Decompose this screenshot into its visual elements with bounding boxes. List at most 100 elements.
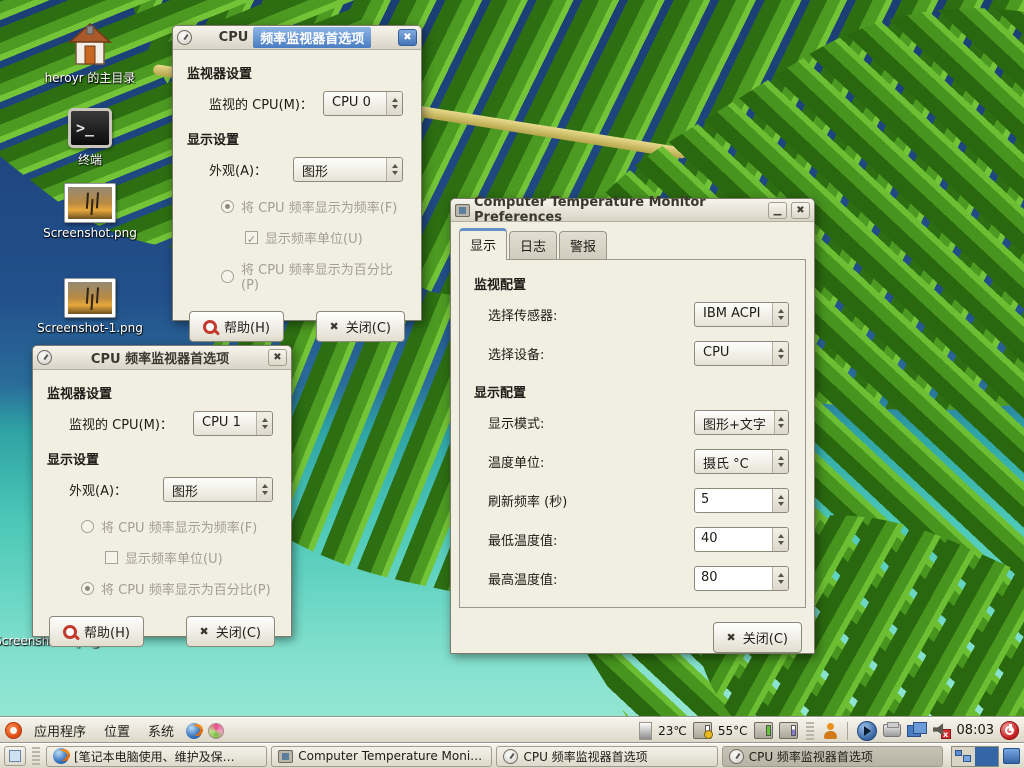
close-window-button[interactable] [791, 202, 810, 219]
taskbar-item-cpufreq-prefs-active[interactable]: CPU 频率监视器首选项 [722, 746, 943, 767]
desktop-icon-home[interactable]: heroyr 的主目录 [35, 22, 145, 86]
desktop-icon-terminal[interactable]: >_ 终端 [35, 108, 145, 168]
shutdown-icon[interactable] [1000, 721, 1019, 740]
spinner-arrows-icon[interactable] [772, 528, 788, 551]
appearance-select[interactable]: 图形 [293, 157, 403, 182]
monitored-cpu-select[interactable]: CPU 1 [193, 411, 273, 436]
applet-drag-handle[interactable] [806, 722, 814, 740]
cpufreq-icon [729, 749, 744, 764]
taskbar-item-label: Computer Temperature Moni… [298, 749, 482, 763]
taskbar-item-browser[interactable]: [笔记本电脑使用、维护及保… [46, 746, 267, 767]
browser-launcher-icon[interactable] [186, 723, 202, 739]
tab-display[interactable]: 显示 [459, 228, 507, 259]
network-monitors-icon[interactable] [907, 722, 927, 739]
minimize-window-button[interactable] [768, 202, 787, 219]
close-button[interactable]: 关闭(C) [186, 616, 275, 647]
max-temp-value: 80 [695, 567, 772, 590]
menu-places[interactable]: 位置 [98, 719, 136, 742]
spinner-arrows-icon[interactable] [772, 489, 788, 512]
sensor-select[interactable]: IBM ACPI [694, 302, 789, 327]
desktop-icon-screenshot-1[interactable]: Screenshot-1.png [35, 278, 145, 335]
cpu0-titlebar[interactable]: CPU 频率监视器首选项 [173, 26, 421, 50]
device-select[interactable]: CPU [694, 341, 789, 366]
show-as-percentage-radio[interactable]: 将 CPU 频率显示为百分比(P) [81, 579, 277, 598]
cpufreq-icon [37, 350, 52, 365]
help-button-label: 帮助(H) [84, 622, 130, 641]
tab-log[interactable]: 日志 [509, 231, 557, 259]
app-launcher-icon[interactable] [208, 723, 224, 739]
min-temp-spinner[interactable]: 40 [694, 527, 789, 552]
temp-sensor-icon[interactable] [693, 722, 712, 739]
menu-system[interactable]: 系统 [142, 719, 180, 742]
taskbar-item-cpufreq-prefs[interactable]: CPU 频率监视器首选项 [496, 746, 717, 767]
temp-sensor-icon[interactable] [754, 722, 773, 739]
temp-monitor-icon [278, 750, 293, 763]
section-heading: 显示设置 [47, 449, 277, 468]
firefox-icon [53, 748, 69, 764]
help-icon [63, 625, 77, 639]
show-as-frequency-radio[interactable]: 将 CPU 频率显示为频率(F) [81, 517, 277, 536]
close-button-label: 关闭(C) [346, 317, 391, 336]
help-button[interactable]: 帮助(H) [189, 311, 284, 342]
section-heading: 显示配置 [474, 382, 791, 401]
taskbar-item-temp-monitor[interactable]: Computer Temperature Moni… [271, 746, 492, 767]
ambient-temp-readout[interactable]: 23℃ [658, 724, 687, 738]
desktop-icon-screenshot[interactable]: Screenshot.png [35, 183, 145, 240]
close-icon [330, 319, 339, 334]
section-heading: 监视器设置 [187, 63, 407, 82]
appearance-select[interactable]: 图形 [163, 477, 273, 502]
monitored-cpu-value: CPU 1 [194, 412, 256, 435]
spinner-arrows-icon[interactable] [772, 567, 788, 590]
trash-icon[interactable] [1003, 748, 1020, 764]
show-as-percentage-radio[interactable]: 将 CPU 频率显示为百分比(P) [221, 259, 407, 293]
cpu-temp-readout[interactable]: 55°C [718, 724, 748, 738]
window-title-prefix: CPU [219, 30, 249, 45]
show-unit-checkbox[interactable]: 显示频率单位(U) [105, 548, 277, 567]
temp-titlebar[interactable]: Computer Temperature Monitor Preferences [451, 199, 814, 222]
appearance-value: 图形 [294, 158, 386, 181]
checkbox-icon [105, 551, 118, 564]
image-thumbnail-icon [64, 278, 116, 318]
desktop-icon-label: Screenshot.png [35, 226, 145, 240]
clock[interactable]: 08:03 [957, 723, 994, 738]
temp-unit-select[interactable]: 摄氏 °C [694, 449, 789, 474]
refresh-rate-spinner[interactable]: 5 [694, 488, 789, 513]
workspace-2[interactable] [975, 747, 998, 766]
max-temp-spinner[interactable]: 80 [694, 566, 789, 591]
close-window-button[interactable] [398, 29, 417, 46]
applet-drag-handle[interactable] [32, 747, 40, 765]
monitored-cpu-select[interactable]: CPU 0 [323, 91, 403, 116]
user-switcher-icon[interactable] [822, 723, 838, 739]
distributor-logo-icon[interactable] [5, 722, 22, 739]
close-button[interactable]: 关闭(C) [316, 311, 405, 342]
cpu1-titlebar[interactable]: CPU 频率监视器首选项 [33, 346, 291, 370]
show-desktop-button[interactable] [4, 746, 26, 766]
tab-alarm[interactable]: 警报 [559, 231, 607, 259]
terminal-icon: >_ [68, 108, 112, 148]
close-window-button[interactable] [268, 349, 287, 366]
display-mode-select[interactable]: 图形+文字 [694, 410, 789, 435]
checkbox-icon [245, 231, 258, 244]
media-play-icon[interactable] [857, 721, 877, 741]
help-button-label: 帮助(H) [224, 317, 270, 336]
close-button[interactable]: 关闭(C) [713, 622, 802, 653]
printer-icon[interactable] [883, 724, 901, 737]
workspace-switcher[interactable] [951, 746, 999, 767]
desktop-icon-label: heroyr 的主目录 [35, 69, 145, 86]
cpufreq-icon [503, 749, 518, 764]
image-thumbnail-icon [64, 183, 116, 223]
cpufreq-applet-graphic[interactable] [639, 722, 652, 740]
display-mode-value: 图形+文字 [695, 411, 774, 434]
temp-sensor-icon[interactable] [779, 722, 798, 739]
desktop-icon-label: Screenshot-1.png [35, 321, 145, 335]
help-button[interactable]: 帮助(H) [49, 616, 144, 647]
menu-applications[interactable]: 应用程序 [28, 719, 92, 742]
show-as-frequency-radio[interactable]: 将 CPU 频率显示为频率(F) [221, 197, 407, 216]
show-unit-checkbox[interactable]: 显示频率单位(U) [245, 228, 407, 247]
close-icon [200, 624, 209, 639]
combo-arrows-icon [774, 411, 788, 434]
workspace-1[interactable] [952, 747, 975, 766]
section-heading: 显示设置 [187, 129, 407, 148]
volume-muted-icon[interactable]: x [933, 723, 951, 739]
min-temp-value: 40 [695, 528, 772, 551]
